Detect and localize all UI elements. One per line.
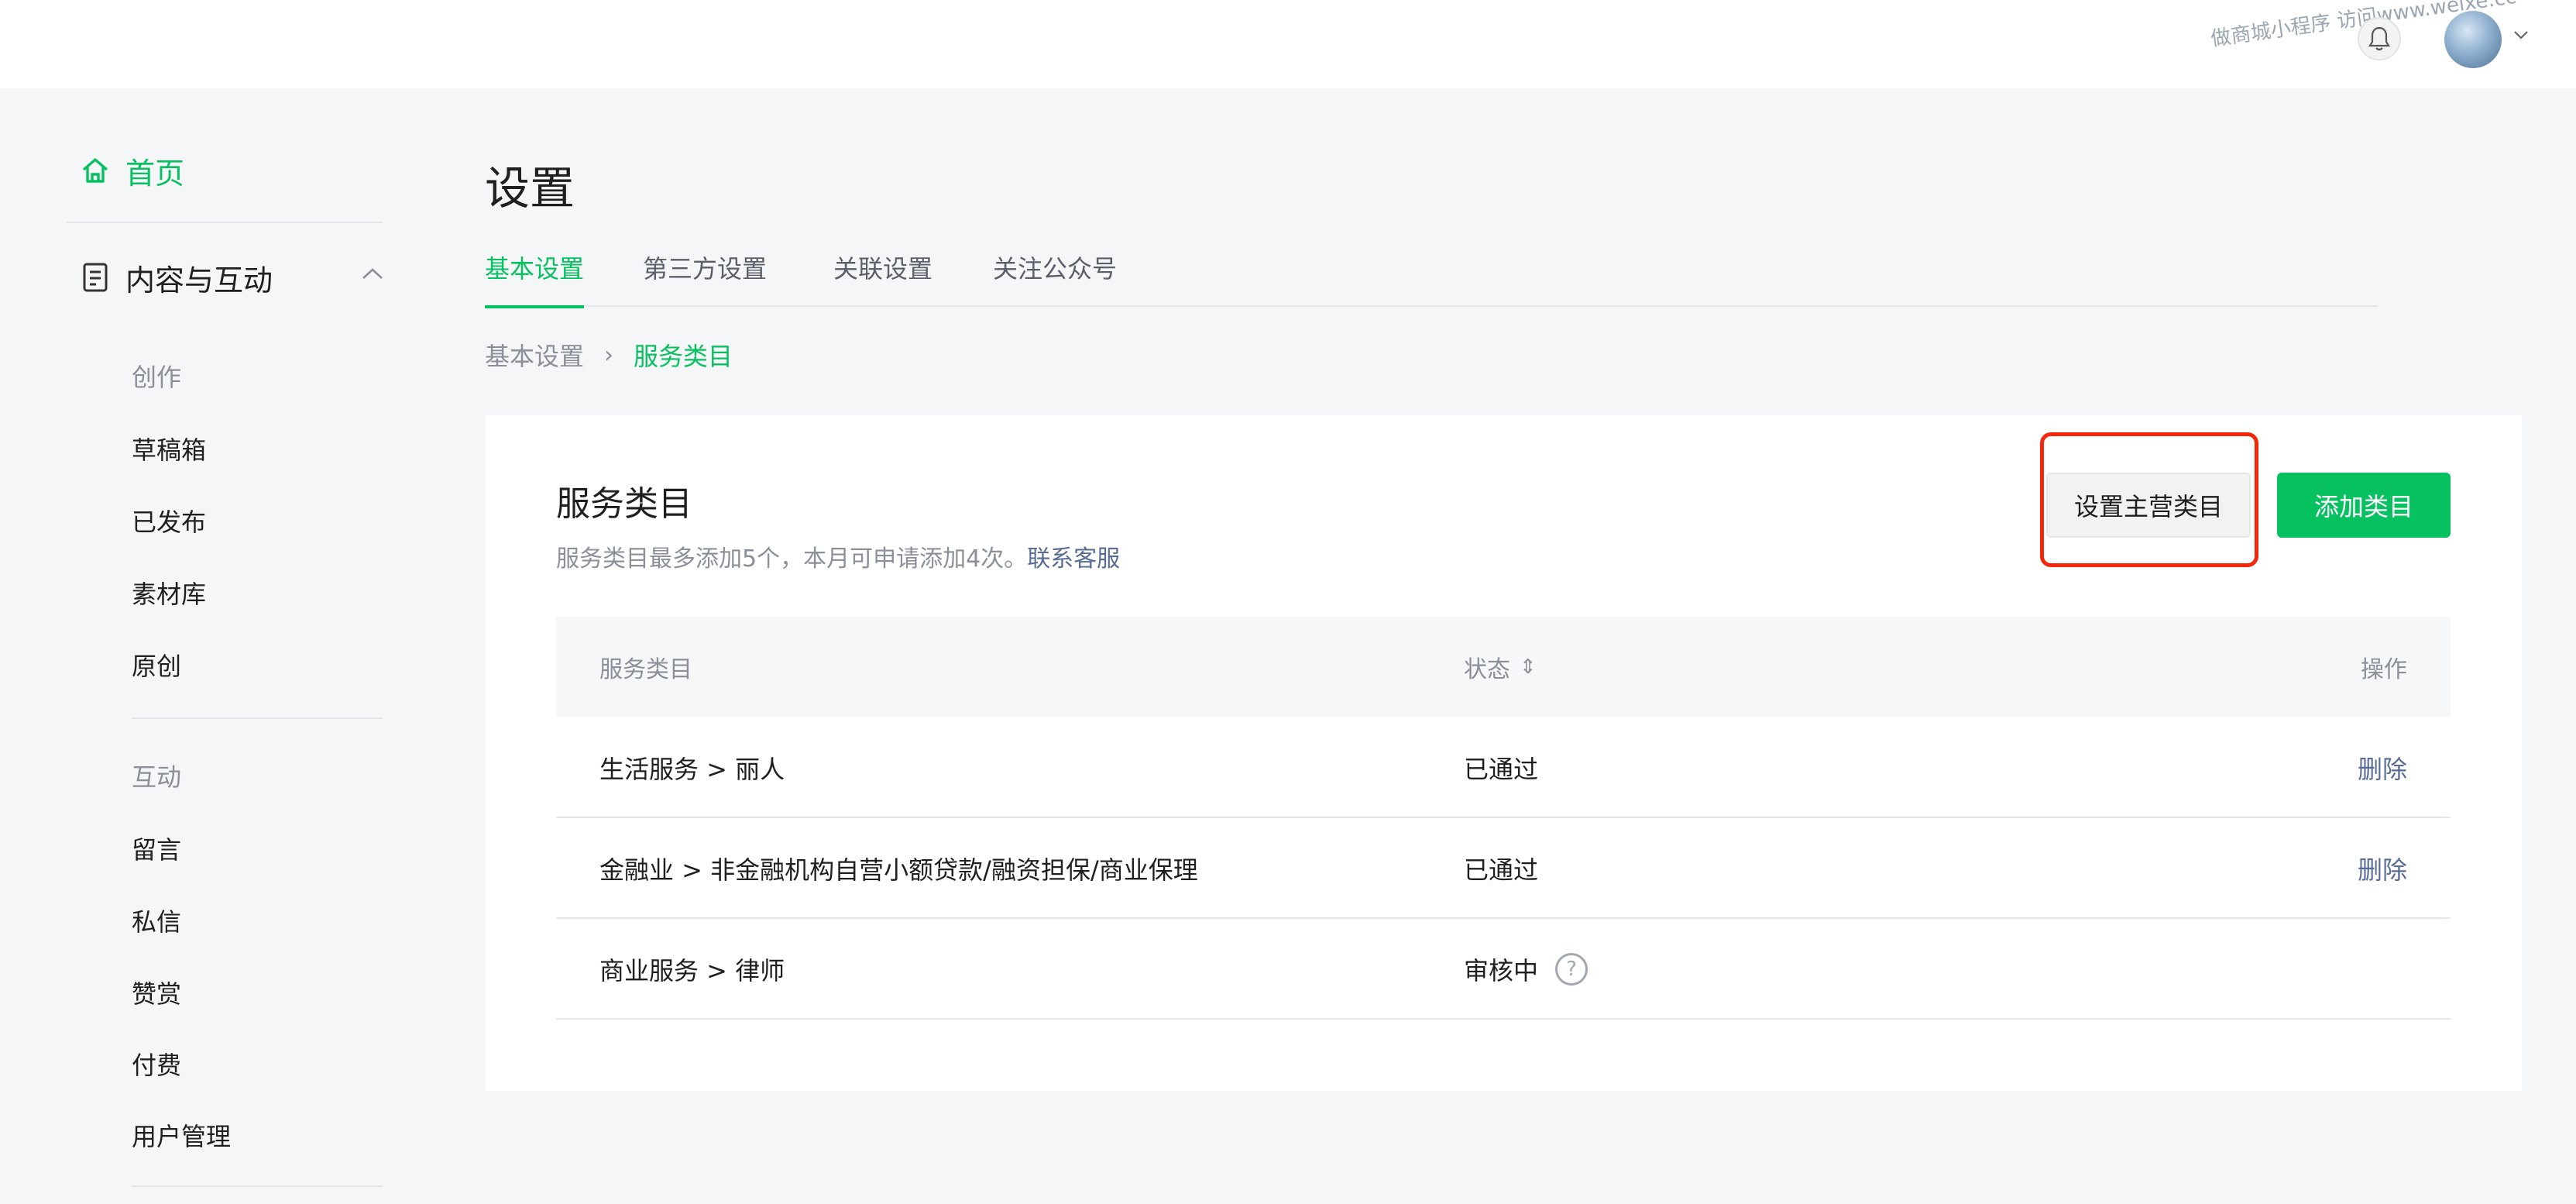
table-header: 服务类目 状态 ⇕ 操作 [556,617,2451,717]
sidebar: 首页 内容与互动 创作 草稿箱 已发布 素材库 原创 互动 留言 私信 赞赏 付… [0,88,434,1204]
contact-support-link[interactable]: 联系客服 [1027,545,1120,573]
table-row: 金融业 > 非金融机构自营小额贷款/融资担保/商业保理 已通过 删除 [556,818,2451,919]
status-text: 审核中 [1464,956,1539,986]
category-table: 服务类目 状态 ⇕ 操作 生活服务 > 丽人 已通过 删除 金融业 > 非金融机… [556,617,2451,1020]
service-category-card: 服务类目 服务类目最多添加5个，本月可申请添加4次。联系客服 设置主营类目 添加… [485,415,2522,1091]
divider [132,717,383,719]
delete-link[interactable]: 删除 [2358,818,2407,919]
tab-associated[interactable]: 关联设置 [833,249,933,307]
delete-link[interactable]: 删除 [2358,717,2407,818]
sidebar-item-users[interactable]: 用户管理 [132,1117,231,1153]
card-title: 服务类目 [556,484,692,524]
category-cell: 生活服务 > 丽人 [599,755,785,784]
sidebar-item-assets[interactable]: 素材库 [132,575,206,611]
top-bar: 做商城小程序 访问www.weixe.cc [0,0,2576,88]
sidebar-item-original[interactable]: 原创 [132,647,181,683]
status-cell: 已通过 [1464,755,1539,784]
column-header-status-label: 状态 [1464,656,1510,683]
add-category-button[interactable]: 添加类目 [2277,473,2451,538]
sidebar-item-rewards[interactable]: 赞赏 [132,975,181,1010]
divider [132,1185,383,1187]
category-cell: 商业服务 > 律师 [599,956,785,986]
page-title: 设置 [485,162,575,215]
sidebar-section-interact: 互动 [132,762,182,792]
home-icon [82,158,108,183]
sidebar-item-comments[interactable]: 留言 [132,831,181,866]
notification-bell-icon[interactable] [2358,17,2401,60]
sidebar-group-label: 内容与互动 [125,263,273,298]
sidebar-item-home[interactable]: 首页 [81,147,184,194]
description-text: 服务类目最多添加5个，本月可申请添加4次。 [556,545,1028,573]
breadcrumb-current: 服务类目 [634,342,733,371]
chevron-down-icon[interactable] [2512,26,2530,43]
breadcrumb: 基本设置 › 服务类目 [485,338,733,372]
tab-bar: 基本设置 第三方设置 关联设置 关注公众号 [485,232,2378,308]
column-header-status[interactable]: 状态 ⇕ [1464,617,1537,717]
sort-icon[interactable]: ⇕ [1520,655,1537,679]
table-row: 商业服务 > 律师 审核中 ? [556,919,2451,1020]
chevron-up-icon[interactable] [361,267,384,280]
card-description: 服务类目最多添加5个，本月可申请添加4次。联系客服 [556,539,1120,573]
sidebar-item-paid[interactable]: 付费 [132,1046,181,1082]
status-cell-pending: 审核中 ? [1464,919,1589,1020]
divider [67,222,383,223]
help-icon[interactable]: ? [1555,953,1589,986]
tab-follow-account[interactable]: 关注公众号 [993,249,1117,307]
breadcrumb-parent[interactable]: 基本设置 [485,337,584,373]
sidebar-group-content[interactable]: 内容与互动 [82,254,384,301]
table-row: 生活服务 > 丽人 已通过 删除 [556,717,2451,818]
sidebar-item-messages[interactable]: 私信 [132,903,181,938]
category-cell: 金融业 > 非金融机构自营小额贷款/融资担保/商业保理 [599,855,1198,885]
avatar[interactable] [2444,11,2502,68]
sidebar-section-create: 创作 [132,363,182,392]
sidebar-item-drafts[interactable]: 草稿箱 [132,431,206,466]
highlight-annotation [2040,432,2258,567]
breadcrumb-separator-icon: › [604,341,614,369]
column-header-category: 服务类目 [599,656,692,683]
document-icon [83,263,108,292]
sidebar-item-label: 首页 [125,156,185,191]
status-cell: 已通过 [1464,855,1539,885]
column-header-action: 操作 [2361,656,2407,683]
tab-third-party[interactable]: 第三方设置 [643,249,767,307]
tab-basic-settings[interactable]: 基本设置 [485,249,585,308]
sidebar-item-published[interactable]: 已发布 [132,503,206,538]
